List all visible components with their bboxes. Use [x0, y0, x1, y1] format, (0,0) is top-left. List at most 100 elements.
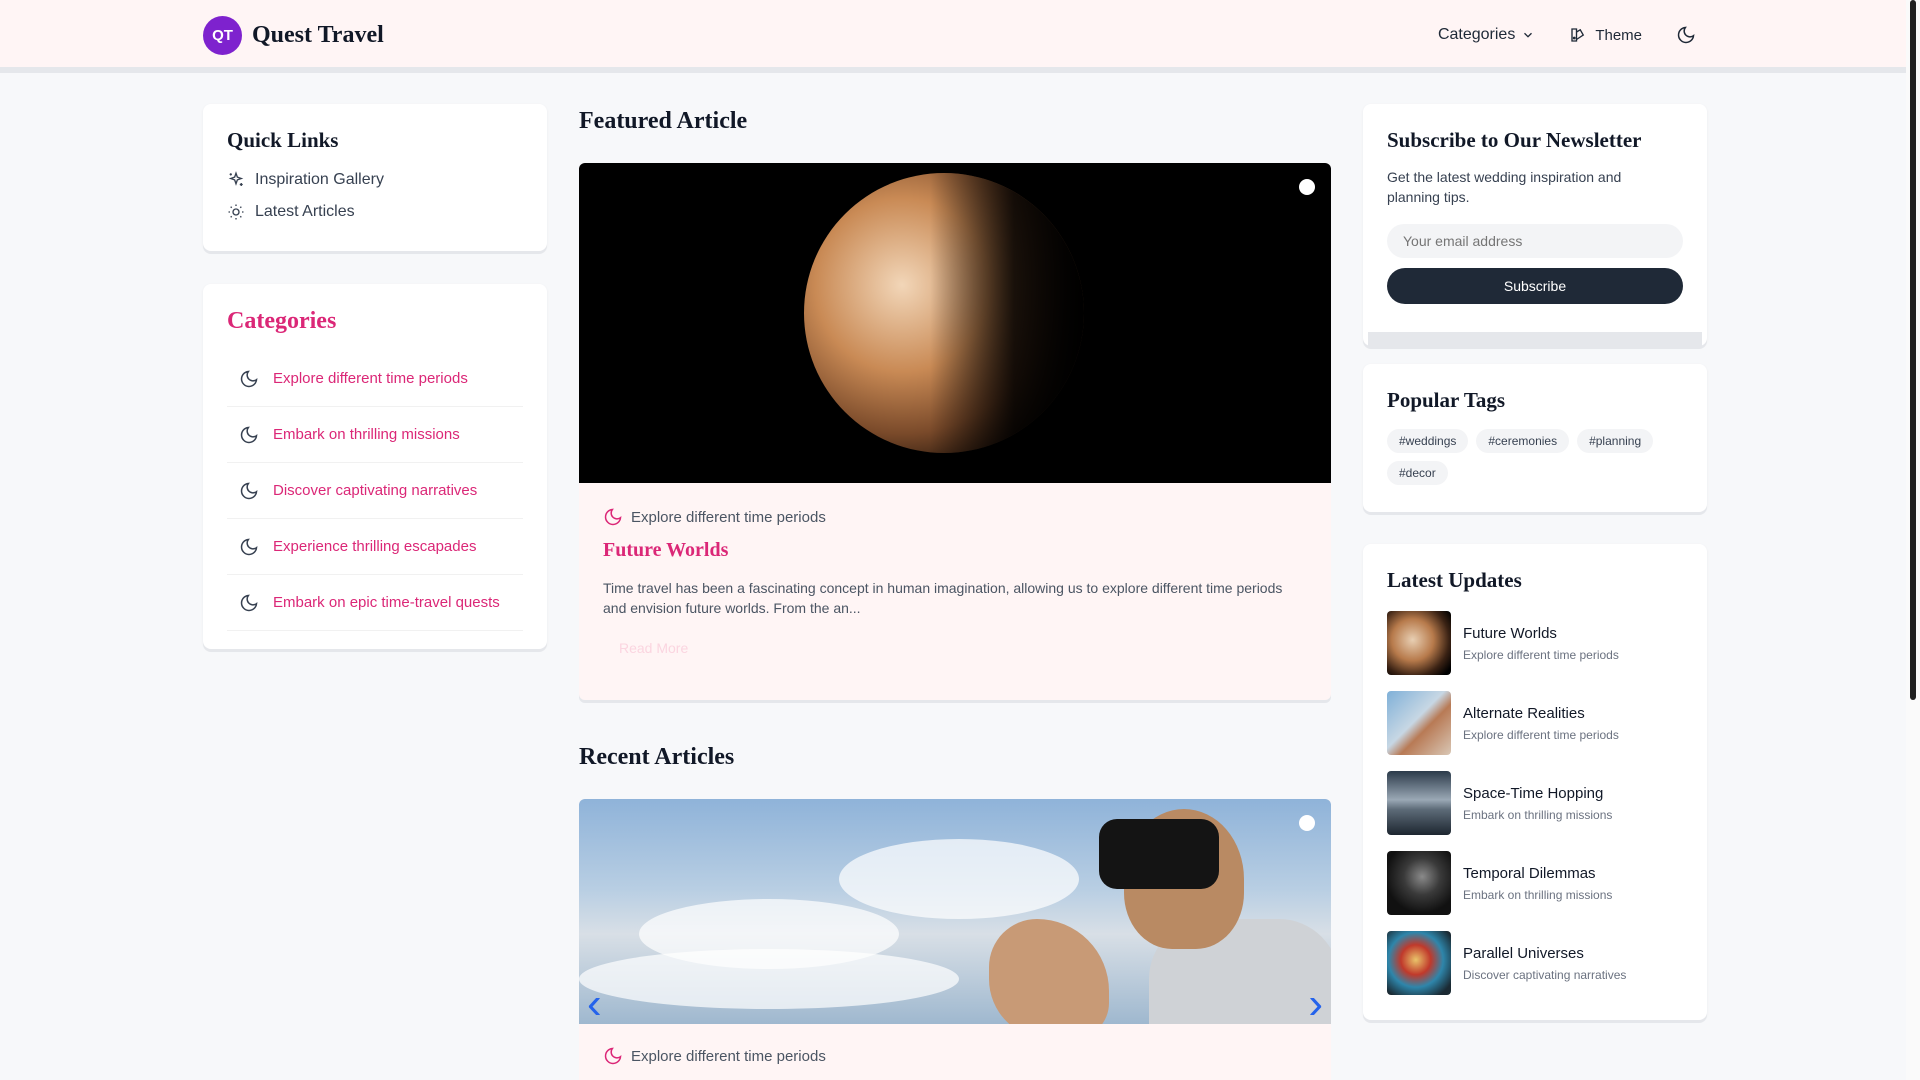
- newsletter-description: Get the latest wedding inspiration and p…: [1387, 169, 1622, 205]
- update-title[interactable]: Temporal Dilemmas: [1463, 865, 1612, 882]
- update-item[interactable]: Temporal Dilemmas Embark on thrilling mi…: [1387, 851, 1683, 915]
- moon-icon: [240, 426, 258, 443]
- update-item[interactable]: Alternate Realities Explore different ti…: [1387, 691, 1683, 755]
- featured-article-card[interactable]: Explore different time periods Future Wo…: [579, 163, 1331, 700]
- update-text: Space-Time Hopping Embark on thrilling m…: [1463, 785, 1612, 822]
- carousel-dot[interactable]: [1299, 179, 1315, 195]
- tag-chip[interactable]: #ceremonies: [1476, 429, 1570, 453]
- categories-dropdown-label: Categories: [1437, 26, 1516, 43]
- category-item[interactable]: Embark on thrilling missions: [227, 407, 523, 463]
- quick-link-label: Inspiration Gallery: [255, 171, 384, 188]
- moon-icon: [240, 370, 258, 387]
- quick-links-title: Quick Links: [227, 128, 339, 152]
- featured-article-excerpt: Time travel has been a fascinating conce…: [603, 580, 1283, 616]
- featured-section-title: Featured Article: [579, 108, 748, 134]
- palette-icon: [1571, 28, 1585, 42]
- vr-headset: [1099, 819, 1219, 889]
- category-item[interactable]: Explore different time periods: [227, 351, 523, 407]
- recent-section-title: Recent Articles: [579, 744, 735, 770]
- update-title[interactable]: Future Worlds: [1463, 625, 1619, 642]
- scrollbar-thumb[interactable]: [1910, 0, 1916, 700]
- newsletter-divider: [1368, 332, 1702, 346]
- read-more-button[interactable]: Read More: [603, 640, 1307, 656]
- popular-tags-title: Popular Tags: [1387, 388, 1506, 412]
- quick-link-inspiration-gallery[interactable]: Inspiration Gallery: [227, 171, 523, 189]
- featured-category-label: Explore different time periods: [631, 508, 826, 526]
- newsletter-card: Subscribe to Our Newsletter Get the late…: [1363, 104, 1707, 346]
- featured-body: Explore different time periods Future Wo…: [579, 483, 1331, 680]
- moon-icon: [240, 482, 258, 499]
- update-thumbnail[interactable]: [1387, 851, 1451, 915]
- update-category: Explore different time periods: [1463, 647, 1619, 662]
- update-category: Explore different time periods: [1463, 727, 1619, 742]
- header-actions: Categories Theme: [1438, 25, 1696, 45]
- moon-icon: [604, 508, 622, 526]
- recent-category-label: Explore different time periods: [631, 1047, 826, 1065]
- update-category: Embark on thrilling missions: [1463, 887, 1613, 902]
- person-hands: [989, 919, 1109, 1024]
- category-label: Embark on thrilling missions: [273, 426, 460, 443]
- category-label: Embark on epic time-travel quests: [273, 594, 500, 611]
- update-thumbnail[interactable]: [1387, 931, 1451, 995]
- cloud-shape: [579, 949, 959, 1009]
- update-thumbnail[interactable]: [1387, 771, 1451, 835]
- header-inner: QT Quest Travel Categories Theme: [203, 0, 1696, 70]
- chevron-right-icon[interactable]: ›: [1308, 979, 1323, 1024]
- update-category: Discover captivating narratives: [1463, 967, 1627, 982]
- category-item[interactable]: Experience thrilling escapades: [227, 519, 523, 575]
- tag-list: #weddings #ceremonies #planning #decor: [1387, 429, 1683, 485]
- featured-image[interactable]: [579, 163, 1331, 483]
- category-item[interactable]: Discover captivating narratives: [227, 463, 523, 519]
- category-label: Explore different time periods: [273, 370, 468, 387]
- update-item[interactable]: Space-Time Hopping Embark on thrilling m…: [1387, 771, 1683, 835]
- tag-chip[interactable]: #planning: [1577, 429, 1654, 453]
- update-category: Embark on thrilling missions: [1463, 807, 1613, 822]
- latest-updates-card: Latest Updates Future Worlds Explore dif…: [1363, 544, 1707, 1020]
- update-item[interactable]: Future Worlds Explore different time per…: [1387, 611, 1683, 675]
- quick-links-card: Quick Links Inspiration Gallery Latest A…: [203, 104, 547, 251]
- recent-article-image[interactable]: ‹ ›: [579, 799, 1331, 1024]
- brand-name[interactable]: Quest Travel: [252, 22, 384, 49]
- update-thumbnail[interactable]: [1387, 691, 1451, 755]
- sun-icon: [228, 204, 244, 220]
- email-input[interactable]: [1387, 224, 1683, 258]
- quick-link-latest-articles[interactable]: Latest Articles: [227, 203, 523, 221]
- category-list: Explore different time periods Embark on…: [227, 351, 523, 631]
- quick-link-label: Latest Articles: [255, 203, 355, 220]
- logo-badge[interactable]: QT: [203, 15, 242, 55]
- carousel-dot[interactable]: [1299, 815, 1315, 831]
- category-item[interactable]: Embark on epic time-travel quests: [227, 575, 523, 631]
- categories-title: Categories: [227, 308, 337, 334]
- sparkles-icon: [228, 171, 244, 186]
- update-title[interactable]: Parallel Universes: [1463, 945, 1626, 962]
- cloud-shape: [839, 839, 1079, 919]
- update-item[interactable]: Parallel Universes Discover captivating …: [1387, 931, 1683, 995]
- newsletter-title: Subscribe to Our Newsletter: [1387, 128, 1642, 152]
- update-title[interactable]: Alternate Realities: [1463, 705, 1619, 722]
- site-header: QT Quest Travel Categories Theme: [0, 0, 1906, 73]
- moon-icon: [240, 594, 258, 611]
- popular-tags-card: Popular Tags #weddings #ceremonies #plan…: [1363, 364, 1707, 512]
- moon-icon: [240, 538, 258, 555]
- brand[interactable]: QT Quest Travel: [203, 15, 384, 55]
- scrollbar-track[interactable]: [1906, 0, 1920, 1080]
- tag-chip[interactable]: #decor: [1387, 461, 1448, 485]
- chevron-left-icon[interactable]: ‹: [587, 979, 602, 1024]
- latest-updates-title: Latest Updates: [1387, 568, 1522, 592]
- update-text: Future Worlds Explore different time per…: [1463, 625, 1619, 662]
- category-label: Experience thrilling escapades: [273, 538, 477, 555]
- theme-button[interactable]: Theme: [1569, 26, 1642, 44]
- moon-icon: [1677, 26, 1695, 44]
- tag-chip[interactable]: #weddings: [1387, 429, 1469, 453]
- dark-mode-toggle[interactable]: [1676, 25, 1696, 45]
- subscribe-button[interactable]: Subscribe: [1387, 268, 1683, 304]
- categories-dropdown-button[interactable]: Categories: [1438, 26, 1535, 44]
- update-text: Parallel Universes Discover captivating …: [1463, 945, 1626, 982]
- theme-label: Theme: [1595, 26, 1642, 44]
- featured-article-title[interactable]: Future Worlds: [603, 539, 1307, 562]
- category-label: Discover captivating narratives: [273, 482, 478, 499]
- update-thumbnail[interactable]: [1387, 611, 1451, 675]
- update-title[interactable]: Space-Time Hopping: [1463, 785, 1612, 802]
- recent-article-card[interactable]: ‹ › Explore different time periods: [579, 799, 1331, 1080]
- planet-shade: [804, 173, 1084, 453]
